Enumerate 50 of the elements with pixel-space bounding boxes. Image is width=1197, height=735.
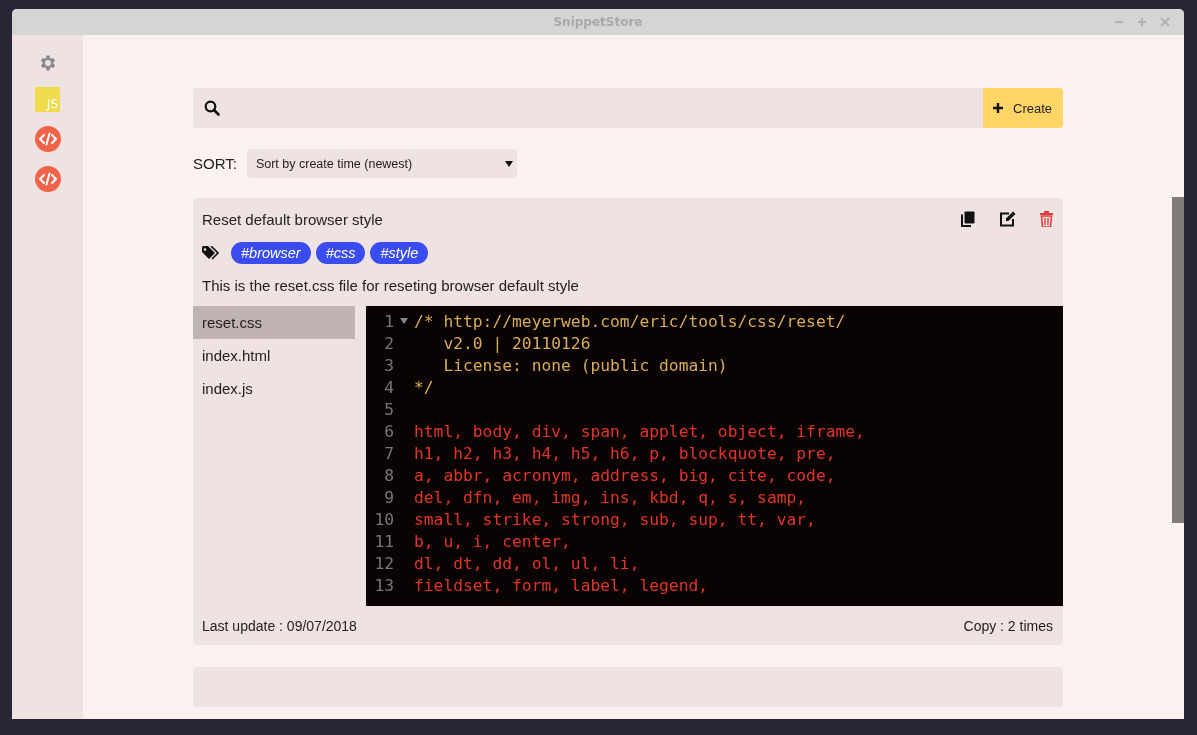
plus-icon [992,102,1004,114]
delete-icon[interactable] [1040,211,1053,227]
snippet-description: This is the reset.css file for reseting browser default style [201,276,580,296]
file-tab[interactable]: index.js [193,372,355,405]
line-number: 8 [383,465,394,485]
scrollbar-thumb[interactable] [1172,197,1184,523]
code-line: dl, dt, dd, ol, ul, li, [414,553,640,573]
code-line: small, strike, strong, sub, sup, tt, var, [414,509,816,529]
create-button[interactable]: Create [983,88,1063,128]
line-number: 3 [383,355,394,375]
code-line: del, dfn, em, img, ins, kbd, q, s, samp, [414,487,807,507]
tag-chip[interactable]: #style [370,242,429,264]
code-line: v2.0 | 20110126 [442,333,591,353]
line-number: 4 [383,377,394,397]
code-line: b, u, i, center, [414,531,571,551]
code-icon[interactable] [34,166,61,192]
fold-icon[interactable] [400,318,408,324]
line-number: 10 [373,509,394,529]
line-number: 1 [383,311,394,331]
tags-icon [202,246,219,260]
code-line: */ [414,377,434,397]
edit-icon[interactable] [999,211,1016,227]
file-tab[interactable]: index.html [193,339,355,372]
file-tab[interactable]: reset.css [193,306,355,339]
caret-icon [504,160,513,167]
search-field[interactable]: Create [193,88,1063,128]
code-line: License: none (public domain) [442,355,728,375]
code-icon[interactable] [34,126,61,152]
line-number: 5 [383,399,394,419]
line-number: 12 [373,553,394,573]
tag-chip[interactable]: #css [315,242,366,264]
sort-label: SORT: [193,155,237,172]
code-line: /* http://meyerweb.com/eric/tools/css/reset/ [414,311,846,331]
snippet-title: Reset default browser style [202,210,383,228]
line-number: 7 [383,443,394,463]
copy-count-text: Copy : 2 times [963,618,1053,634]
line-number: 11 [373,531,394,551]
sort-dropdown[interactable]: Sort by create time (newest) [246,149,517,178]
code-line: h1, h2, h3, h4, h5, h6, p, blockquote, pre, [414,443,836,463]
code-line: fieldset, form, label, legend, [414,575,709,595]
tag-chip[interactable]: #browser [231,242,311,264]
code-line: html, body, div, span, applet, object, iframe, [414,421,865,441]
code-line: a, abbr, acronym, address, big, cite, code, [414,465,836,485]
line-number: 6 [383,421,394,441]
search-icon [204,100,220,116]
line-number: 2 [383,333,394,353]
copy-icon[interactable] [961,211,975,227]
line-number: 9 [383,487,394,507]
line-number: 13 [373,575,394,595]
last-update-text: Last update : 09/07/2018 [202,618,357,634]
